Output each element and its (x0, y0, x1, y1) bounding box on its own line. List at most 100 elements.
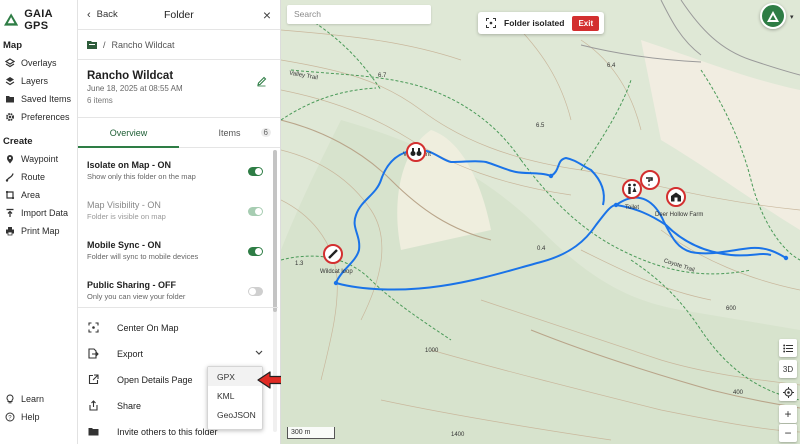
gaia-logo-icon (4, 13, 19, 26)
panel-header: ‹ Back Folder × (78, 0, 280, 30)
folder-item-count: 6 items (87, 96, 113, 105)
gear-icon (6, 113, 14, 121)
nav-preferences-label: Preferences (21, 112, 70, 122)
export-option-gpx[interactable]: GPX (208, 367, 262, 386)
nav-overlays-label: Overlays (21, 58, 57, 68)
setting-mobile-sync: Mobile Sync - ON Folder will sync to mob… (78, 228, 280, 268)
zoom-out-button[interactable]: − (779, 424, 797, 442)
overlays-icon (5, 58, 15, 68)
lightbulb-icon (6, 394, 14, 404)
breadcrumb-folder[interactable]: Rancho Wildcat (112, 40, 175, 50)
brand[interactable]: GAIA GPS (0, 0, 77, 32)
label-c67: 6.7 (378, 73, 387, 79)
label-c600: 600 (726, 306, 737, 312)
legend-list-button[interactable] (779, 339, 797, 357)
visibility-toggle[interactable] (248, 207, 263, 216)
nav-waypoint[interactable]: Waypoint (0, 150, 77, 168)
label-wildcat-loop: Wildcat loop (320, 269, 353, 275)
panel-title: Folder (164, 8, 194, 21)
tab-overview[interactable]: Overview (78, 118, 179, 148)
setting-isolate: Isolate on Map - ON Show only this folde… (78, 148, 280, 188)
folder-icon (87, 41, 97, 49)
zoom-in-button[interactable]: + (779, 405, 797, 423)
nav-help[interactable]: ? Help (0, 408, 77, 426)
chevron-down-icon[interactable] (255, 350, 263, 356)
center-on-map-label: Center On Map (117, 322, 179, 333)
isolate-title: Isolate on Map - ON (87, 160, 172, 170)
export-option-geojson[interactable]: GeoJSON (208, 405, 262, 424)
nav-saved-items-label: Saved Items (21, 94, 72, 104)
panel-scrollbar-thumb[interactable] (273, 150, 277, 312)
share-label: Share (117, 400, 142, 411)
toggle-3d-button[interactable]: 3D (779, 360, 797, 378)
water-marker[interactable] (640, 170, 660, 190)
folder-info: Rancho Wildcat June 18, 2025 at 08:55 AM… (78, 60, 280, 118)
barn-icon (671, 192, 681, 202)
public-sharing-title: Public Sharing - OFF (87, 280, 177, 290)
layers-icon (5, 77, 15, 86)
map-canvas[interactable]: Valley Trail 6.7 6.4 6.5 1.3 0.4 Vista p… (281, 0, 800, 444)
mobile-sync-toggle[interactable] (248, 247, 263, 256)
toilet-marker[interactable] (622, 179, 642, 199)
water-tap-icon (646, 177, 653, 186)
nav-waypoint-label: Waypoint (21, 154, 59, 164)
setting-visibility: Map Visibility - ON Folder is visible on… (78, 188, 280, 228)
label-c1400: 1400 (451, 432, 465, 438)
farm-marker[interactable] (666, 187, 686, 207)
nav-layers[interactable]: Layers (0, 72, 77, 90)
edit-pencil-icon[interactable] (256, 76, 267, 87)
print-icon (6, 227, 14, 236)
nav-import-data[interactable]: Import Data (0, 204, 77, 222)
trailhead-marker[interactable] (323, 244, 343, 264)
visibility-title: Map Visibility - ON (87, 200, 161, 210)
share-button[interactable]: Share (88, 400, 141, 411)
label-deer-hollow: Deer Hollow Farm (655, 212, 704, 218)
nav-route[interactable]: Route (0, 168, 77, 186)
breadcrumb-separator: / (103, 39, 106, 50)
user-avatar[interactable] (760, 3, 786, 29)
back-button[interactable]: ‹ Back (78, 9, 118, 21)
restroom-icon (628, 183, 637, 194)
account-chevron-icon[interactable]: ▾ (790, 13, 794, 21)
exit-isolation-button[interactable]: Exit (572, 15, 600, 31)
nav-overlays[interactable]: Overlays (0, 54, 77, 72)
nav-print-map[interactable]: Print Map (0, 222, 77, 240)
public-sharing-toggle[interactable] (248, 287, 263, 296)
share-icon (89, 400, 98, 411)
visibility-desc: Folder is visible on map (87, 212, 166, 221)
items-count-badge: 6 (260, 128, 271, 137)
actions-divider (78, 307, 278, 308)
nav-learn[interactable]: Learn (0, 390, 77, 408)
open-details-button[interactable]: Open Details Page (88, 374, 193, 385)
map-section-heading: Map (3, 40, 22, 51)
left-navigation: GAIA GPS Map Overlays Layers Saved Items… (0, 0, 78, 444)
label-c400: 400 (733, 390, 744, 396)
vista-point-marker[interactable] (406, 142, 426, 162)
folder-isolated-label: Folder isolated (504, 18, 565, 28)
label-c64: 6.4 (607, 63, 616, 69)
breadcrumb: / Rancho Wildcat (78, 30, 280, 60)
folder-isolated-banner: Folder isolated Exit (478, 12, 604, 34)
waypoint-icon (7, 155, 13, 164)
isolate-target-icon (486, 18, 496, 28)
create-section-heading: Create (3, 136, 33, 147)
export-button[interactable]: Export (88, 348, 143, 359)
folder-share-icon (88, 428, 99, 436)
locate-button[interactable] (779, 383, 797, 401)
center-on-map-button[interactable]: Center On Map (88, 322, 179, 333)
isolate-toggle[interactable] (248, 167, 263, 176)
nav-area[interactable]: Area (0, 186, 77, 204)
topo-map (281, 0, 800, 444)
open-external-icon (88, 374, 99, 385)
map-search-input[interactable]: Search (287, 5, 431, 24)
center-target-icon (88, 322, 99, 333)
nav-preferences[interactable]: Preferences (0, 108, 77, 126)
nav-help-label: Help (21, 412, 40, 422)
export-option-kml[interactable]: KML (208, 386, 262, 405)
nav-saved-items[interactable]: Saved Items (0, 90, 77, 108)
invite-button[interactable]: Invite others to this folder (88, 426, 218, 437)
close-icon[interactable]: × (263, 8, 271, 22)
saved-items-icon (6, 96, 14, 103)
list-icon (783, 344, 793, 352)
area-icon (5, 190, 15, 200)
